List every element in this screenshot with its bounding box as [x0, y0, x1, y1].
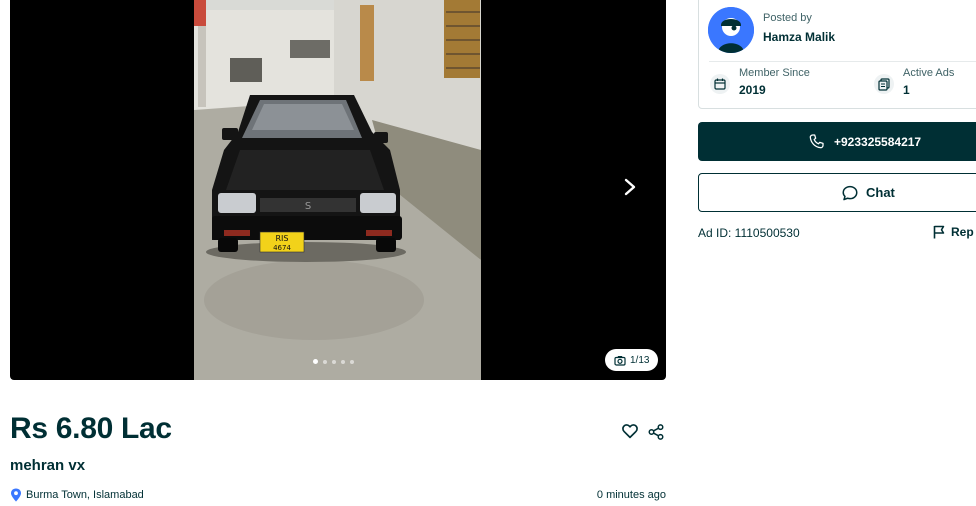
car-photo-illustration: S RIS 4674 — [194, 0, 481, 380]
image-counter-badge[interactable]: 1/13 — [605, 349, 659, 371]
chat-button[interactable]: Chat — [698, 173, 976, 212]
camera-icon — [614, 355, 626, 366]
ad-detail-page: S RIS 4674 1/13 Rs 6.80 Lac mehran vx Bu… — [0, 0, 976, 506]
ad-price: Rs 6.80 Lac — [10, 412, 172, 445]
phone-icon — [809, 134, 824, 149]
favorite-button[interactable] — [621, 422, 639, 440]
seller-name[interactable]: Hamza Malik — [763, 30, 835, 44]
report-ad-button[interactable]: Rep — [933, 225, 974, 239]
plate-text-top: RIS — [276, 234, 289, 243]
ad-photo[interactable]: S RIS 4674 — [194, 0, 481, 380]
ad-location: Burma Town, Islamabad — [10, 488, 144, 502]
next-image-button[interactable] — [618, 172, 642, 202]
chat-bubble-icon — [842, 185, 858, 200]
active-ads-label: Active Ads — [903, 67, 955, 79]
slide-dot[interactable] — [341, 359, 345, 364]
image-counter-text: 1/13 — [630, 354, 650, 366]
ad-id: Ad ID: 1110500530 — [698, 226, 800, 240]
plate-text-bottom: 4674 — [273, 244, 291, 252]
slide-dot[interactable] — [350, 359, 354, 364]
posted-by-label: Posted by — [763, 12, 812, 24]
image-gallery[interactable]: S RIS 4674 1/13 — [10, 0, 666, 380]
chat-label: Chat — [866, 185, 895, 200]
seller-card[interactable]: Posted by Hamza Malik Member Since 2019 … — [698, 0, 976, 109]
slide-dot[interactable] — [332, 359, 336, 364]
slide-dot[interactable] — [313, 359, 318, 364]
call-seller-button[interactable]: +923325584217 — [698, 122, 976, 161]
member-since-label: Member Since — [739, 67, 810, 79]
svg-text:S: S — [305, 201, 311, 212]
ads-stack-icon — [874, 74, 894, 94]
location-text: Burma Town, Islamabad — [26, 489, 144, 501]
share-icon — [648, 424, 664, 440]
member-since-value: 2019 — [739, 83, 766, 97]
calendar-icon — [710, 74, 730, 94]
chevron-right-icon — [624, 178, 636, 196]
ad-title: mehran vx — [10, 457, 86, 474]
posted-time: 0 minutes ago — [596, 489, 666, 501]
location-pin-icon — [11, 488, 21, 502]
slide-dot[interactable] — [323, 359, 327, 364]
active-ads-value: 1 — [903, 83, 910, 97]
report-label: Rep — [951, 225, 974, 239]
heart-icon — [622, 424, 638, 439]
flag-icon — [933, 225, 945, 239]
phone-number: +923325584217 — [834, 134, 922, 149]
user-avatar-icon — [708, 7, 754, 53]
card-divider — [709, 61, 976, 62]
slide-indicator — [313, 359, 354, 364]
seller-avatar[interactable] — [708, 7, 754, 53]
share-button[interactable] — [647, 423, 665, 441]
